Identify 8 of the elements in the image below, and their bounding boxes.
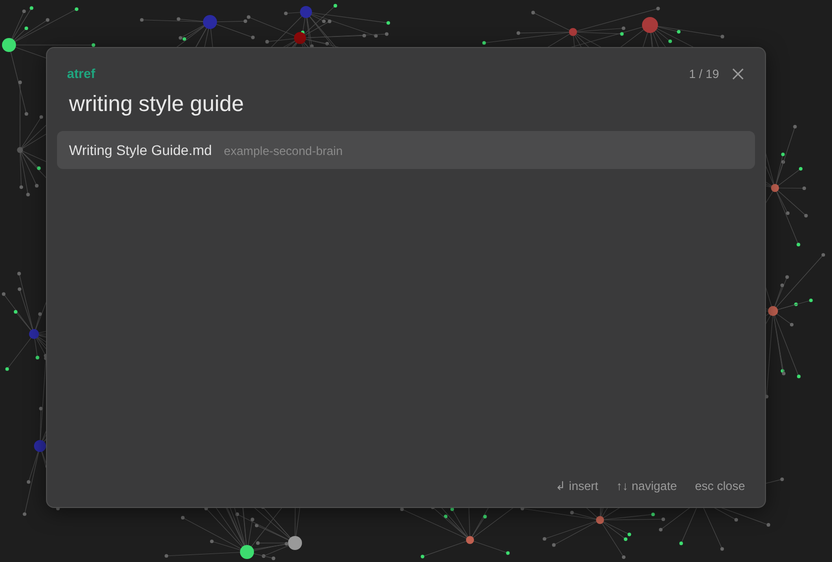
result-item[interactable]: Writing Style Guide.md example-second-brain (57, 131, 755, 169)
keyboard-hint: esc close (694, 479, 745, 493)
result-counter: 1 / 19 (688, 66, 719, 80)
keyboard-hint: ↲ insert (556, 479, 598, 493)
close-button[interactable] (731, 66, 745, 80)
search-input[interactable]: writing style guide (57, 87, 481, 121)
keyboard-hint: ↑↓ navigate (616, 479, 677, 493)
plugin-label: atref (67, 66, 96, 81)
